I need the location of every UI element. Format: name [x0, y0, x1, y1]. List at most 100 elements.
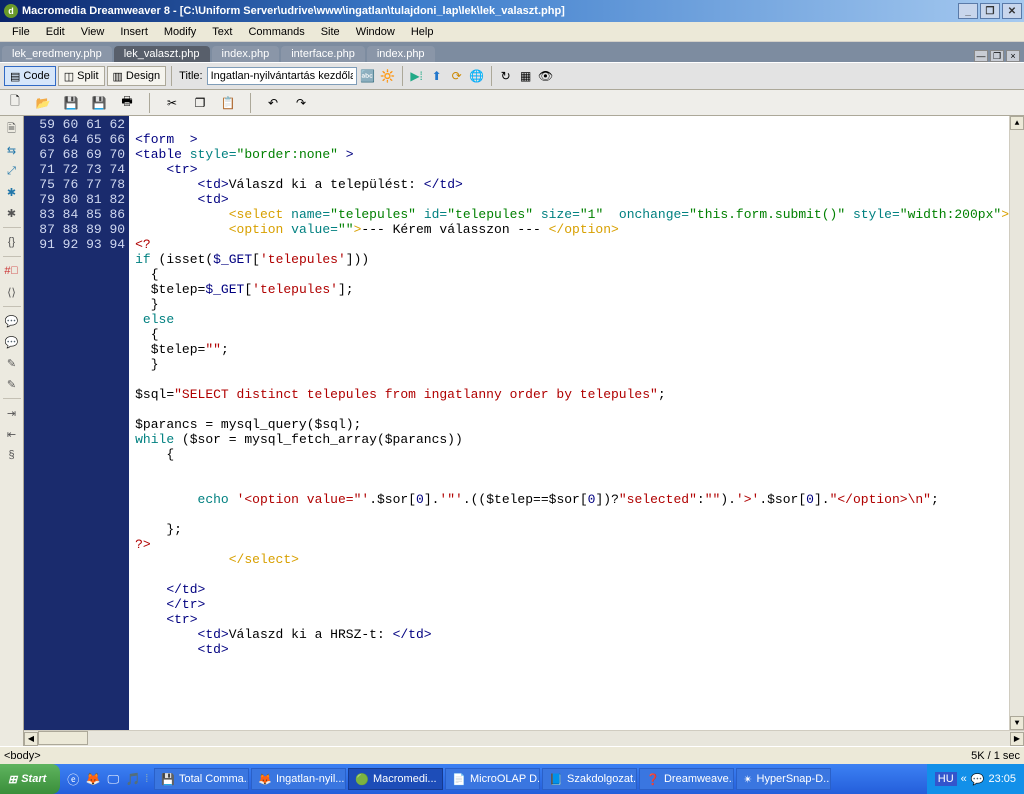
recent-snippets-icon[interactable]: ✎ [3, 375, 21, 393]
tray-clock: 23:05 [988, 773, 1016, 785]
tag-selector[interactable]: <body> [4, 750, 41, 762]
document-tab[interactable]: index.php [367, 46, 435, 62]
view-options-icon[interactable]: ▦ [517, 67, 535, 85]
start-button[interactable]: ⊞ Start [0, 764, 60, 794]
collapse-icon[interactable]: ⇆ [3, 141, 21, 159]
ql-firefox-icon[interactable]: 🦊 [84, 768, 102, 790]
open-icon[interactable]: 📂 [34, 94, 52, 112]
task-button[interactable]: 🟢Macromedi... [348, 768, 443, 790]
title-label: Title: [179, 70, 202, 82]
play-icon[interactable]: ▶⁞ [408, 67, 426, 85]
wrap-tag-icon[interactable]: ✎ [3, 354, 21, 372]
scroll-up-icon[interactable]: ▲ [1010, 116, 1024, 130]
tray-prev-icon[interactable]: « [961, 773, 967, 785]
tray-lang[interactable]: HU [935, 772, 957, 786]
menu-bar: FileEditViewInsertModifyTextCommandsSite… [0, 22, 1024, 42]
document-tab[interactable]: index.php [212, 46, 280, 62]
visual-aids-icon[interactable]: 👁 [537, 67, 555, 85]
cut-icon[interactable]: ✂ [163, 94, 181, 112]
task-button[interactable]: 📘Szakdolgozat... [542, 768, 637, 790]
globe-icon[interactable]: 🌐 [468, 67, 486, 85]
scroll-left-icon[interactable]: ◀ [24, 732, 38, 746]
code-content[interactable]: <form > <table style="border:none" > <tr… [129, 116, 1009, 730]
outdent-icon[interactable]: ⇤ [3, 425, 21, 443]
task-button[interactable]: 🦊Ingatlan-nyil... [251, 768, 346, 790]
split-view-button[interactable]: ◫Split [58, 66, 105, 86]
spellcheck-icon[interactable]: 🔤 [359, 67, 377, 85]
ql-desktop-icon[interactable]: 🖵 [104, 768, 122, 790]
remove-comment-icon[interactable]: 💬 [3, 333, 21, 351]
save-all-icon[interactable]: 💾 [90, 94, 108, 112]
maximize-button[interactable]: ❐ [980, 3, 1000, 19]
highlight-invalid-icon[interactable]: #⃞ [3, 262, 21, 280]
close-button[interactable]: ✕ [1002, 3, 1022, 19]
design-view-button[interactable]: ▥Design [107, 66, 167, 86]
quick-launch: ⓔ 🦊 🖵 🎵 ⁞ [60, 768, 153, 790]
tray-chat-icon[interactable]: 💬 [971, 773, 985, 786]
scroll-right-icon[interactable]: ▶ [1010, 732, 1024, 746]
line-numbers-icon[interactable]: {} [3, 233, 21, 251]
ql-separator: ⁞ [144, 768, 149, 790]
upload-icon[interactable]: ⬆ [428, 67, 446, 85]
file-size-status: 5K / 1 sec [971, 750, 1020, 762]
format-icon[interactable]: § [3, 446, 21, 464]
window-title: Macromedia Dreamweaver 8 - [C:\Uniform S… [22, 5, 565, 17]
refresh-icon[interactable]: ↻ [497, 67, 515, 85]
standard-toolbar: 🗋 📂 💾 💾 🖶 ✂ ❐ 📋 ↶ ↷ [0, 90, 1024, 116]
system-tray[interactable]: HU « 💬 23:05 [927, 764, 1024, 794]
menu-site[interactable]: Site [313, 24, 348, 40]
document-title-input[interactable] [207, 67, 357, 85]
doc-restore-button[interactable]: ❐ [990, 50, 1004, 62]
indent-icon[interactable]: ⇥ [3, 404, 21, 422]
expand-icon[interactable]: ⤢ [3, 162, 21, 180]
task-button[interactable]: ❓Dreamweave... [639, 768, 734, 790]
print-icon[interactable]: 🖶 [118, 94, 136, 112]
menu-insert[interactable]: Insert [112, 24, 156, 40]
menu-view[interactable]: View [73, 24, 113, 40]
task-button[interactable]: 📄MicroOLAP D... [445, 768, 540, 790]
undo-icon[interactable]: ↶ [264, 94, 282, 112]
menu-window[interactable]: Window [348, 24, 403, 40]
split-icon: ◫ [64, 70, 74, 83]
code-editor[interactable]: 59 60 61 62 63 64 65 66 67 68 69 70 71 7… [24, 116, 1024, 730]
open-documents-icon[interactable]: 🗎 [3, 120, 21, 138]
code-icon: ▤ [10, 70, 20, 83]
vertical-scrollbar[interactable]: ▲ ▼ [1009, 116, 1024, 730]
task-button[interactable]: 💾Total Comma... [154, 768, 249, 790]
menu-file[interactable]: File [4, 24, 38, 40]
select-parent-icon[interactable]: ✱ [3, 183, 21, 201]
title-bar: d Macromedia Dreamweaver 8 - [C:\Uniform… [0, 0, 1024, 22]
balance-braces-icon[interactable]: ✱ [3, 204, 21, 222]
document-tab[interactable]: lek_eredmeny.php [2, 46, 112, 62]
document-tab-bar: lek_eredmeny.phplek_valaszt.phpindex.php… [0, 42, 1024, 62]
doc-close-button[interactable]: × [1006, 50, 1020, 62]
menu-text[interactable]: Text [204, 24, 240, 40]
ql-ie-icon[interactable]: ⓔ [64, 768, 82, 790]
document-tab[interactable]: lek_valaszt.php [114, 46, 210, 62]
redo-icon[interactable]: ↷ [292, 94, 310, 112]
scroll-down-icon[interactable]: ▼ [1010, 716, 1024, 730]
view-toolbar: ▤Code ◫Split ▥Design Title: 🔤 🔆 ▶⁞ ⬆ ⟳ 🌐… [0, 62, 1024, 90]
horizontal-scrollbar[interactable]: ◀ ▶ [24, 730, 1024, 746]
menu-help[interactable]: Help [403, 24, 442, 40]
ql-media-icon[interactable]: 🎵 [124, 768, 142, 790]
document-tab[interactable]: interface.php [281, 46, 365, 62]
code-view-button[interactable]: ▤Code [4, 66, 56, 86]
save-icon[interactable]: 💾 [62, 94, 80, 112]
design-icon: ▥ [113, 70, 123, 83]
windows-taskbar: ⊞ Start ⓔ 🦊 🖵 🎵 ⁞ 💾Total Comma...🦊Ingatl… [0, 764, 1024, 794]
menu-commands[interactable]: Commands [240, 24, 312, 40]
apply-comment-icon[interactable]: 💬 [3, 312, 21, 330]
paste-icon[interactable]: 📋 [219, 94, 237, 112]
task-button[interactable]: ✴HyperSnap-D... [736, 768, 831, 790]
scroll-thumb[interactable] [38, 731, 88, 745]
new-file-icon[interactable]: 🗋 [6, 94, 24, 112]
minimize-button[interactable]: _ [958, 3, 978, 19]
copy-icon[interactable]: ❐ [191, 94, 209, 112]
refresh-server-icon[interactable]: ⟳ [448, 67, 466, 85]
syntax-error-icon[interactable]: ⟨⟩ [3, 283, 21, 301]
breadcrumb-icon[interactable]: 🔆 [379, 67, 397, 85]
menu-modify[interactable]: Modify [156, 24, 204, 40]
doc-minimize-button[interactable]: — [974, 50, 988, 62]
menu-edit[interactable]: Edit [38, 24, 73, 40]
